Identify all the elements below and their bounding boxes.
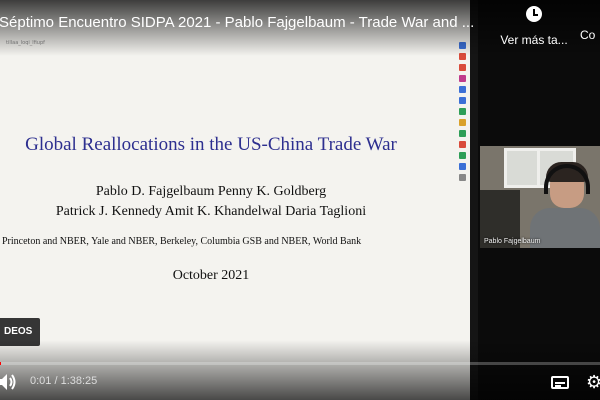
watch-later-label: Ver más ta... [500, 33, 568, 47]
gear-icon[interactable]: ⚙ [586, 373, 600, 391]
pdf-tool-icon[interactable] [458, 108, 466, 115]
subtitles-icon[interactable] [551, 376, 569, 389]
watch-later-button[interactable]: Ver más ta... [494, 6, 574, 47]
video-title[interactable]: Séptimo Encuentro SIDPA 2021 - Pablo Faj… [0, 14, 474, 31]
webcam-feed: Pablo Fajgelbaum [480, 146, 600, 248]
pdf-tool-icon[interactable] [458, 130, 466, 137]
authors-line-1: Pablo D. Fajgelbaum Penny K. Goldberg [95, 184, 327, 199]
webcam-name-label: Pablo Fajgelbaum [484, 238, 541, 245]
volume-icon[interactable] [0, 373, 18, 391]
slide-date: October 2021 [172, 268, 250, 283]
time-display: 0:01 / 1:38:25 [30, 375, 98, 387]
progress-bar[interactable] [0, 362, 600, 365]
authors-line-2: Patrick J. Kennedy Amit K. Khandelwal Da… [55, 204, 367, 219]
slide-content: Global Reallocations in the US-China Tra… [0, 36, 442, 366]
pdf-tool-icon[interactable] [458, 119, 466, 126]
affiliations: Princeton and NBER, Yale and NBER, Berke… [2, 236, 362, 247]
pdf-side-toolbar [454, 42, 470, 181]
player-bottom-gradient [0, 340, 600, 400]
pdf-tool-icon[interactable] [458, 86, 466, 93]
share-button[interactable]: Co [580, 28, 595, 42]
speaker-shirt [530, 208, 600, 248]
pdf-tool-icon[interactable] [458, 75, 466, 82]
clock-icon [526, 6, 542, 22]
progress-fill [0, 362, 1, 365]
pdf-tool-icon[interactable] [458, 174, 466, 181]
pdf-tool-icon[interactable] [458, 97, 466, 104]
pdf-tool-icon[interactable] [458, 141, 466, 148]
pdf-tool-icon[interactable] [458, 163, 466, 170]
pdf-tool-icon[interactable] [458, 152, 466, 159]
pdf-tool-icon[interactable] [458, 64, 466, 71]
slide-title: Global Reallocations in the US-China Tra… [25, 134, 397, 155]
